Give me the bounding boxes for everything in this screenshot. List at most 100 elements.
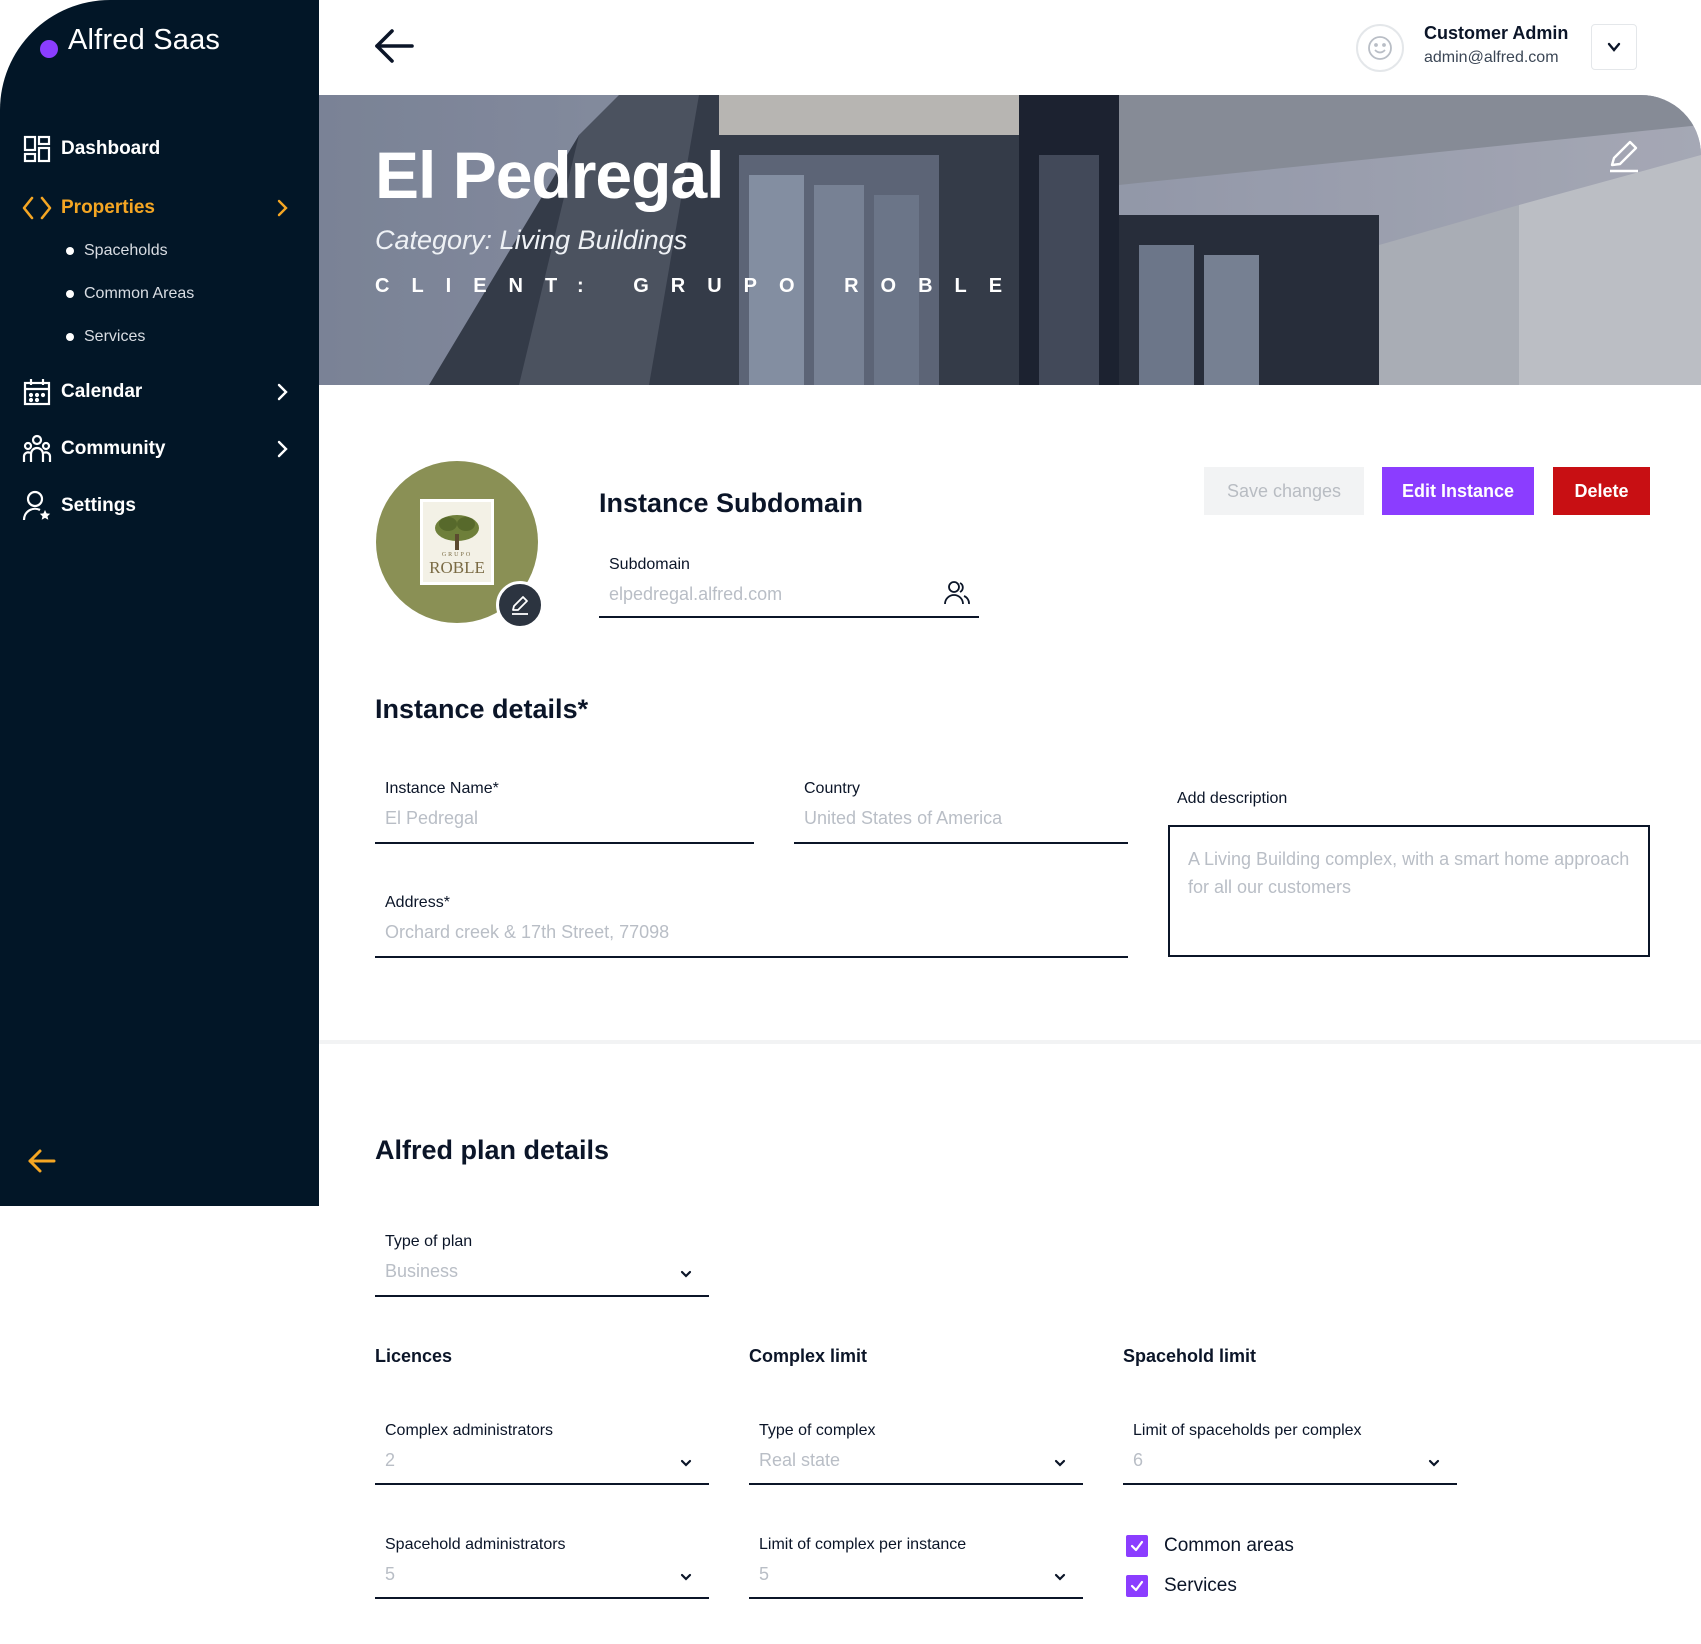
type-of-complex-value: Real state xyxy=(759,1450,841,1470)
sidebar-item-label: Calendar xyxy=(61,381,143,402)
chevron-down-icon xyxy=(1607,42,1621,52)
user-email: admin@alfred.com xyxy=(1424,49,1559,66)
complex-administrators-label: Complex administrators xyxy=(385,1422,554,1439)
user-menu-dropdown[interactable] xyxy=(1591,24,1637,70)
brand-logo-dot xyxy=(40,40,58,58)
page-title: El Pedregal xyxy=(375,138,724,212)
collapse-sidebar-arrow-icon[interactable] xyxy=(26,1145,58,1177)
subdomain-label: Subdomain xyxy=(609,556,690,573)
licences-heading: Licences xyxy=(375,1346,453,1366)
user-settings-icon xyxy=(22,490,52,521)
sidebar-subitem-services[interactable]: Services xyxy=(66,328,145,346)
logo-big-text: ROBLE xyxy=(429,558,485,577)
type-of-complex-label: Type of complex xyxy=(759,1422,876,1439)
chevron-right-icon xyxy=(277,440,288,458)
description-label: Add description xyxy=(1177,790,1288,807)
bullet-icon xyxy=(66,290,74,298)
save-changes-button[interactable]: Save changes xyxy=(1204,467,1364,515)
chevron-down-icon xyxy=(680,1459,692,1467)
chevron-down-icon xyxy=(680,1573,692,1581)
sidebar-subitem-label: Common Areas xyxy=(84,285,195,302)
chevron-down-icon xyxy=(1428,1459,1440,1467)
common-areas-label: Common areas xyxy=(1164,1535,1294,1556)
sidebar-item-label: Settings xyxy=(61,495,136,516)
edit-logo-button[interactable] xyxy=(496,581,544,629)
checkbox-checked-icon xyxy=(1126,1535,1148,1557)
hero-category: Category: Living Buildings xyxy=(375,225,688,255)
complex-per-instance-select[interactable]: Limit of complex per instance 5 xyxy=(749,1536,1083,1599)
instance-name-value: El Pedregal xyxy=(385,808,479,828)
chevron-down-icon xyxy=(680,1270,692,1278)
complex-per-instance-value: 5 xyxy=(759,1564,770,1584)
bullet-icon xyxy=(66,247,74,255)
address-label: Address* xyxy=(385,894,450,911)
sidebar-item-dashboard[interactable]: Dashboard xyxy=(22,134,292,164)
subdomain-heading: Instance Subdomain xyxy=(599,488,864,518)
description-textarea[interactable]: A Living Building complex, with a smart … xyxy=(1168,825,1650,957)
brand-name: Alfred Saas xyxy=(68,24,221,56)
type-of-plan-label: Type of plan xyxy=(385,1233,473,1250)
subdomain-field[interactable]: Subdomain elpedregal.alfred.com xyxy=(599,556,979,618)
services-checkbox[interactable]: Services xyxy=(1126,1575,1237,1597)
sidebar-subitem-label: Services xyxy=(84,328,146,345)
address-field[interactable]: Address* Orchard creek & 17th Street, 77… xyxy=(375,894,1128,958)
user-name: Customer Admin xyxy=(1424,23,1569,43)
plan-details-heading: Alfred plan details xyxy=(375,1135,610,1165)
chevron-down-icon xyxy=(1054,1459,1066,1467)
spacehold-administrators-value: 5 xyxy=(385,1564,396,1584)
country-value: United States of America xyxy=(804,808,1003,828)
calendar-icon xyxy=(22,377,52,407)
checkbox-checked-icon xyxy=(1126,1575,1148,1597)
sidebar-subitem-common-areas[interactable]: Common Areas xyxy=(66,285,194,303)
community-icon xyxy=(22,434,52,464)
spacehold-limit-heading: Spacehold limit xyxy=(1123,1346,1257,1366)
section-divider xyxy=(319,1040,1701,1044)
country-label: Country xyxy=(804,780,861,797)
edit-pencil-icon[interactable] xyxy=(1604,135,1644,175)
code-brackets-icon xyxy=(22,193,52,223)
hero-client: CLIENT: GRUPO ROBLE xyxy=(375,275,1025,297)
hero-banner: El Pedregal Category: Living Buildings C… xyxy=(319,95,1701,385)
sidebar-item-community[interactable]: Community xyxy=(22,434,292,464)
sidebar-subitem-spaceholds[interactable]: Spaceholds xyxy=(66,242,168,260)
back-arrow-icon[interactable] xyxy=(372,24,416,68)
grupo-roble-logo: GRUPO ROBLE xyxy=(420,499,494,585)
common-areas-checkbox[interactable]: Common areas xyxy=(1126,1535,1294,1557)
chevron-down-icon xyxy=(1054,1573,1066,1581)
address-value: Orchard creek & 17th Street, 77098 xyxy=(385,922,670,942)
spacehold-administrators-select[interactable]: Spacehold administrators 5 xyxy=(375,1536,709,1599)
services-label: Services xyxy=(1164,1575,1237,1596)
smiley-icon xyxy=(1368,36,1392,60)
instance-details-heading: Instance details* xyxy=(375,694,589,724)
subdomain-value: elpedregal.alfred.com xyxy=(609,584,783,604)
sidebar-item-label: Properties xyxy=(61,197,155,218)
bullet-icon xyxy=(66,333,74,341)
sidebar-subitem-label: Spaceholds xyxy=(84,242,168,259)
country-field[interactable]: Country United States of America xyxy=(794,780,1128,844)
users-icon xyxy=(944,581,970,605)
spaceholds-per-complex-select[interactable]: Limit of spaceholds per complex 6 xyxy=(1123,1422,1457,1485)
complex-limit-heading: Complex limit xyxy=(749,1346,868,1366)
complex-per-instance-label: Limit of complex per instance xyxy=(759,1536,967,1553)
delete-button[interactable]: Delete xyxy=(1553,467,1650,515)
type-of-plan-select[interactable]: Type of plan Business xyxy=(375,1233,709,1297)
tree-icon xyxy=(435,515,479,550)
avatar[interactable] xyxy=(1356,24,1404,72)
spacehold-administrators-label: Spacehold administrators xyxy=(385,1536,566,1553)
dashboard-icon xyxy=(22,134,52,164)
sidebar-item-properties[interactable]: Properties xyxy=(22,193,292,223)
spaceholds-per-complex-value: 6 xyxy=(1133,1450,1144,1470)
edit-instance-button[interactable]: Edit Instance xyxy=(1382,467,1534,515)
complex-administrators-select[interactable]: Complex administrators 2 xyxy=(375,1422,709,1485)
sidebar-item-label: Community xyxy=(61,438,166,459)
type-of-plan-value: Business xyxy=(385,1261,459,1281)
spaceholds-per-complex-label: Limit of spaceholds per complex xyxy=(1133,1422,1362,1439)
chevron-right-icon xyxy=(277,383,288,401)
type-of-complex-select[interactable]: Type of complex Real state xyxy=(749,1422,1083,1485)
sidebar: Alfred Saas Dashboard Properties Spaceho… xyxy=(0,0,319,1206)
instance-name-field[interactable]: Instance Name* El Pedregal xyxy=(375,780,754,844)
sidebar-item-settings[interactable]: Settings xyxy=(22,490,292,521)
sidebar-item-calendar[interactable]: Calendar xyxy=(22,377,292,407)
edit-pencil-icon xyxy=(512,596,528,615)
sidebar-item-label: Dashboard xyxy=(61,138,161,159)
